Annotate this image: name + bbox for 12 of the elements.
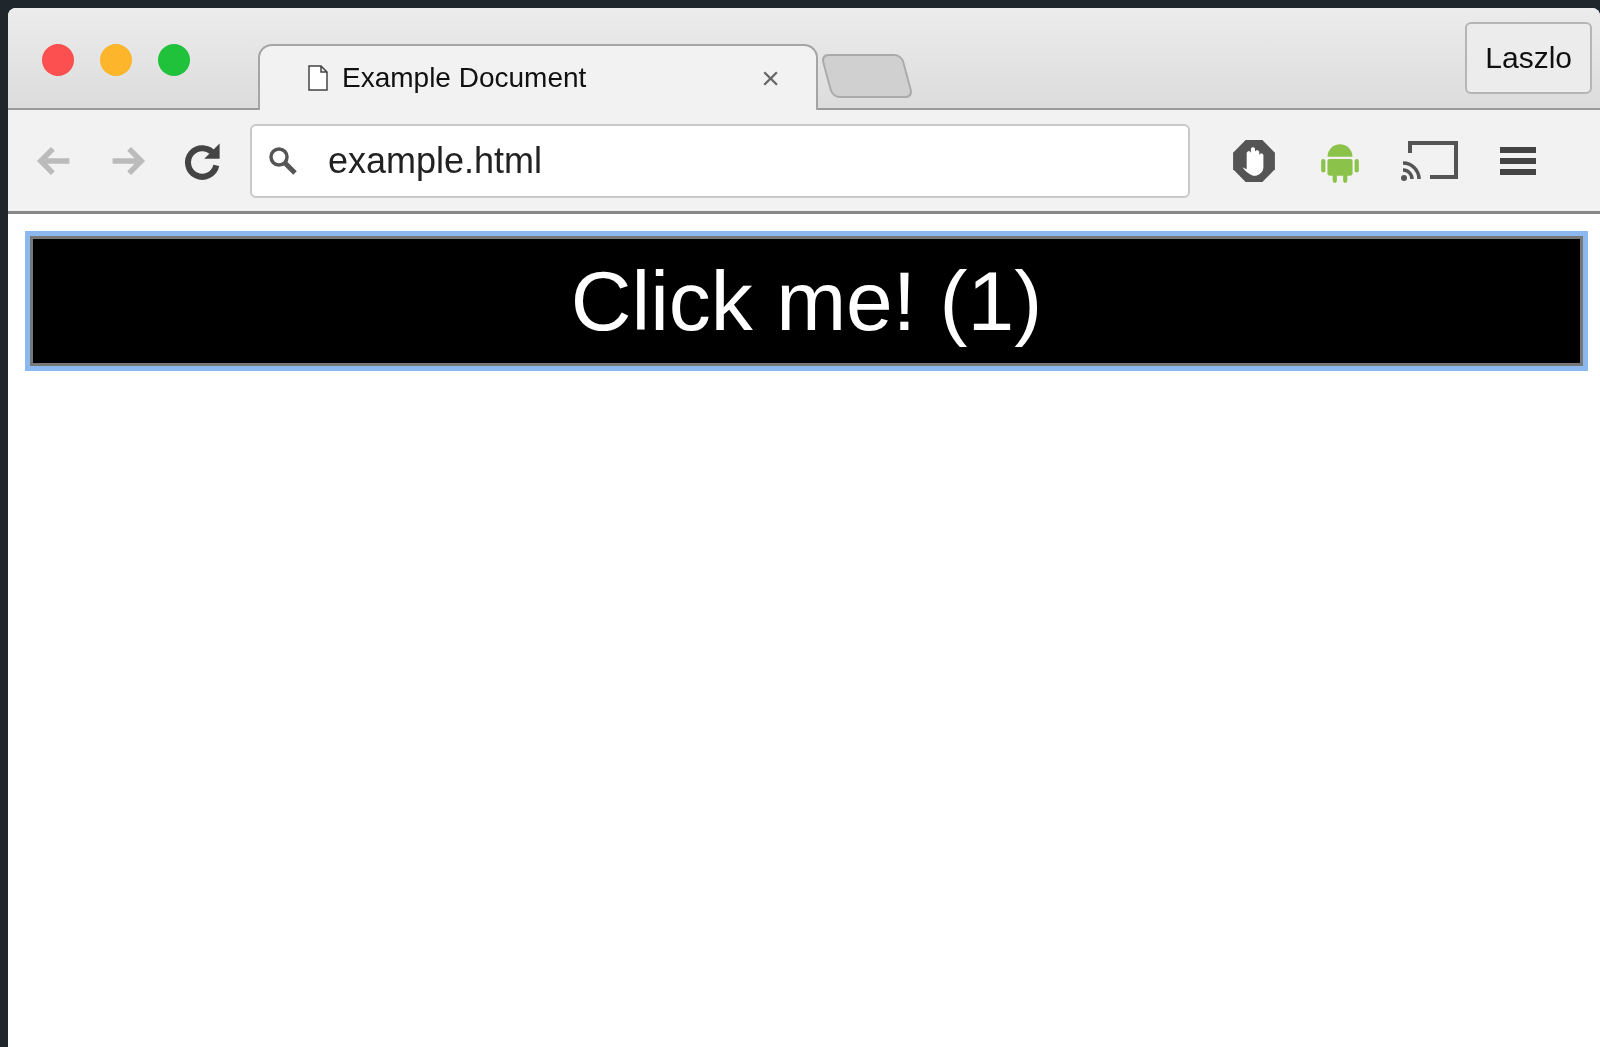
address-bar[interactable]: example.html	[250, 123, 1190, 198]
new-tab-button[interactable]	[820, 54, 914, 98]
tab-close-button[interactable]: ×	[761, 59, 780, 97]
browser-tab[interactable]: Example Document ×	[258, 44, 818, 110]
tab-title: Example Document	[342, 62, 588, 94]
profile-button[interactable]: Laszlo	[1465, 22, 1592, 94]
zoom-button[interactable]	[158, 44, 190, 76]
search-icon	[268, 145, 298, 176]
click-me-button[interactable]: Click me! (1)	[25, 231, 1588, 371]
document-icon	[308, 65, 328, 91]
close-window-button[interactable]	[42, 44, 74, 76]
minimize-button[interactable]	[100, 44, 132, 76]
